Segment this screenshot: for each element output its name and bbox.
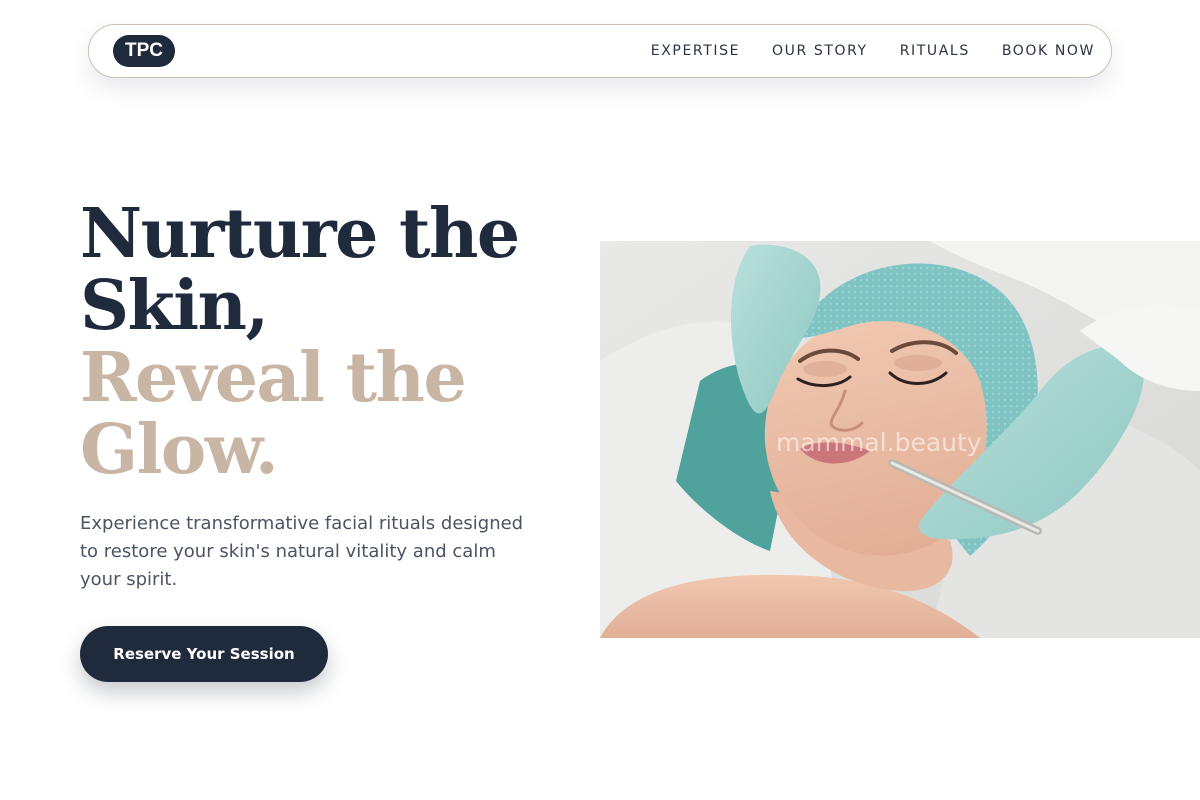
- nav-link-expertise[interactable]: EXPERTISE: [651, 43, 740, 59]
- hero-title-line: Nurture the: [80, 194, 520, 274]
- hero-title-accent-line: Reveal the: [80, 338, 467, 418]
- hero-title-line: Skin,: [80, 266, 269, 346]
- image-watermark: mammal.beauty: [776, 428, 982, 457]
- hero-description: Experience transformative facial rituals…: [80, 513, 524, 590]
- brand-logo[interactable]: TPC: [113, 35, 175, 67]
- nav-link-rituals[interactable]: RITUALS: [900, 43, 970, 59]
- hero-title-accent-line: Glow.: [80, 410, 279, 490]
- reserve-session-button[interactable]: Reserve Your Session: [80, 626, 328, 682]
- hero-title: Nurture the Skin, Reveal the Glow.: [80, 198, 560, 486]
- nav-link-book-now[interactable]: BOOK NOW: [1002, 43, 1095, 59]
- nav-link-our-story[interactable]: OUR STORY: [772, 43, 868, 59]
- nav-links: EXPERTISE OUR STORY RITUALS BOOK NOW: [651, 43, 1095, 59]
- navbar: TPC EXPERTISE OUR STORY RITUALS BOOK NOW: [88, 24, 1112, 78]
